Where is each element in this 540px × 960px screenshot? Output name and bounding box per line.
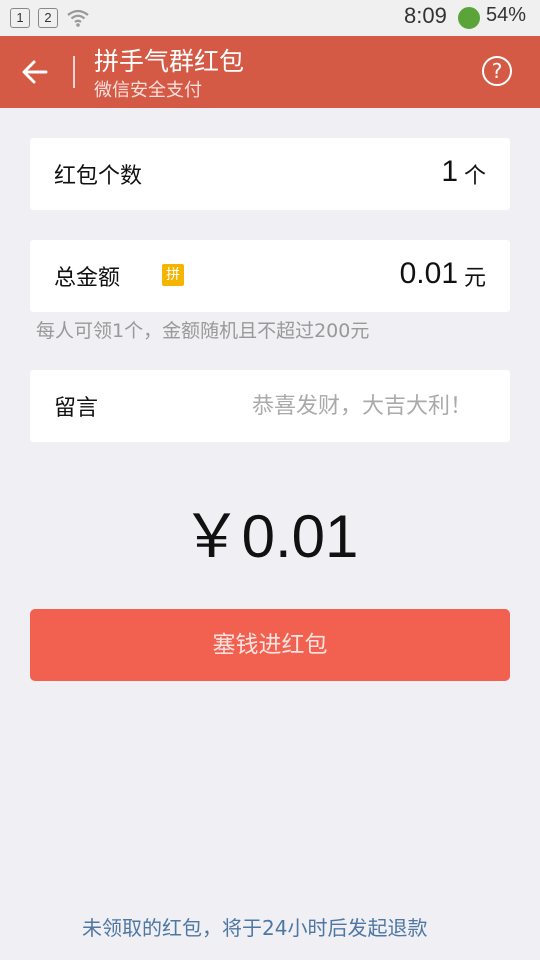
battery-icon [458, 7, 480, 29]
message-input[interactable] [172, 386, 472, 426]
count-label: 红包个数 [54, 164, 143, 189]
page-subtitle: 微信安全支付 [94, 80, 202, 101]
total-amount-card: 总金额 拼 元 [30, 240, 510, 312]
submit-button[interactable]: 塞钱进红包 [30, 609, 510, 681]
wifi-icon [67, 9, 89, 27]
title-bar: 拼手气群红包 微信安全支付 ? [0, 36, 540, 108]
sim1-icon: 1 [10, 8, 30, 28]
status-bar: 1 2 8:09 54% [0, 0, 540, 36]
amount-unit: 元 [463, 266, 486, 291]
red-packet-count-card: 红包个数 个 [30, 138, 510, 210]
back-button[interactable] [16, 54, 56, 90]
random-badge-icon: 拼 [162, 264, 184, 286]
amount-input[interactable] [298, 254, 458, 294]
total-amount-display: ￥0.01 [181, 503, 359, 570]
amount-hint: 每人可领1个，金额随机且不超过200元 [36, 320, 370, 342]
clock: 8:09 [404, 3, 447, 28]
title-divider [73, 56, 75, 88]
count-unit: 个 [463, 164, 486, 189]
page-title: 拼手气群红包 [94, 47, 245, 76]
count-input[interactable] [298, 152, 458, 192]
battery-level: 54% [486, 4, 527, 26]
question-icon: ? [491, 59, 503, 83]
message-label: 留言 [54, 396, 99, 421]
arrow-left-icon [22, 60, 48, 84]
message-card: 留言 [30, 370, 510, 442]
total-label: 总金额 [54, 266, 121, 291]
help-button[interactable]: ? [482, 56, 512, 86]
refund-note: 未领取的红包，将于24小时后发起退款 [82, 916, 428, 940]
sim2-icon: 2 [38, 8, 58, 28]
